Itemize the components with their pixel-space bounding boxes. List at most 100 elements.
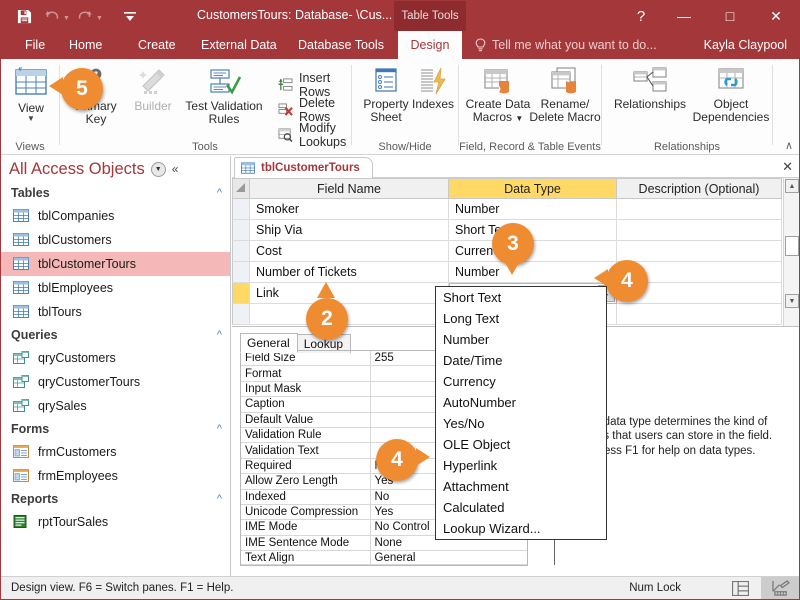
chevron-up-icon[interactable]: ^	[217, 187, 222, 199]
row-selector-active[interactable]	[232, 283, 250, 304]
tab-general[interactable]: General	[240, 333, 298, 353]
sidebar-item-rpttoursales[interactable]: rptTourSales	[1, 510, 230, 534]
chevron-up-icon[interactable]: ^	[217, 329, 222, 341]
row-selector[interactable]	[232, 199, 250, 220]
sidebar-item-frmemployees[interactable]: frmEmployees	[1, 464, 230, 488]
column-header-field-name[interactable]: Field Name	[250, 178, 449, 199]
dropdown-option-currency[interactable]: Currency	[436, 371, 606, 392]
dropdown-option-calculated[interactable]: Calculated	[436, 497, 606, 518]
sidebar-item-qrycustomers[interactable]: qryCustomers	[1, 346, 230, 370]
chevron-down-icon[interactable]: ▼	[151, 162, 166, 177]
design-view-button[interactable]	[761, 577, 799, 599]
cell-field-name[interactable]: Link	[250, 283, 449, 304]
table-row[interactable]: Smoker Number	[232, 199, 799, 220]
cell-field-name[interactable]: Ship Via	[250, 220, 449, 241]
grid-select-all-corner[interactable]	[232, 178, 250, 199]
sidebar-item-tbltours[interactable]: tblTours	[1, 300, 230, 324]
tab-file[interactable]: File	[15, 31, 55, 59]
dropdown-option-attachment[interactable]: Attachment	[436, 476, 606, 497]
cell-description[interactable]	[617, 241, 782, 262]
undo-icon[interactable]	[39, 4, 65, 28]
column-header-data-type[interactable]: Data Type	[449, 178, 617, 199]
nav-group-forms[interactable]: Forms ^	[1, 418, 230, 440]
document-tab-tblcustomertours[interactable]: tblCustomerTours	[234, 157, 373, 178]
test-validation-rules-button[interactable]: Test Validation Rules	[178, 67, 270, 126]
collapse-nav-pane-icon[interactable]: «	[172, 162, 179, 176]
dropdown-option-autonumber[interactable]: AutoNumber	[436, 392, 606, 413]
scrollbar-thumb[interactable]	[785, 236, 799, 256]
dropdown-option-hyperlink[interactable]: Hyperlink	[436, 455, 606, 476]
sidebar-item-tblemployees[interactable]: tblEmployees	[1, 276, 230, 300]
sidebar-item-tblcustomers[interactable]: tblCustomers	[1, 228, 230, 252]
tab-database-tools[interactable]: Database Tools	[288, 31, 394, 59]
row-selector[interactable]	[232, 262, 250, 283]
property-sheet-button[interactable]: Property Sheet	[358, 67, 414, 124]
sidebar-item-qrysales[interactable]: qrySales	[1, 394, 230, 418]
nav-group-reports[interactable]: Reports ^	[1, 488, 230, 510]
dropdown-option-number[interactable]: Number	[436, 329, 606, 350]
chevron-down-icon[interactable]: ▼	[27, 115, 35, 123]
cell-description[interactable]	[617, 304, 782, 325]
row-selector[interactable]	[232, 220, 250, 241]
dropdown-option-ole-object[interactable]: OLE Object	[436, 434, 606, 455]
tab-home[interactable]: Home	[59, 31, 112, 59]
dropdown-option-lookup-wizard[interactable]: Lookup Wizard...	[436, 518, 606, 539]
view-button[interactable]: View ▼	[9, 67, 53, 123]
collapse-ribbon-icon[interactable]: ∧	[785, 139, 793, 152]
dropdown-option-short-text[interactable]: Short Text	[436, 287, 606, 308]
scroll-up-icon[interactable]: ▲	[785, 179, 799, 193]
scroll-down-icon[interactable]: ▼	[785, 294, 799, 308]
builder-button[interactable]: Builder	[126, 67, 180, 113]
sidebar-item-frmcustomers[interactable]: frmCustomers	[1, 440, 230, 464]
nav-group-reports-label: Reports	[11, 492, 58, 506]
cell-description[interactable]	[617, 220, 782, 241]
chevron-down-icon[interactable]: ▼	[515, 114, 523, 123]
cell-field-name[interactable]: Smoker	[250, 199, 449, 220]
cell-description[interactable]	[617, 199, 782, 220]
close-icon[interactable]: ✕	[753, 1, 799, 31]
tab-design[interactable]: Design	[398, 31, 462, 59]
data-type-dropdown-list[interactable]: Short Text Long Text Number Date/Time Cu…	[435, 286, 607, 540]
cell-data-type[interactable]: Number	[449, 262, 617, 283]
grid-vertical-scrollbar[interactable]: ▲ ▼	[783, 178, 799, 326]
create-data-macros-button[interactable]: Create Data Macros ▼	[465, 67, 531, 125]
object-dependencies-button[interactable]: Object Dependencies	[688, 67, 774, 124]
customize-qat-icon[interactable]	[117, 4, 143, 28]
dropdown-option-date-time[interactable]: Date/Time	[436, 350, 606, 371]
redo-icon[interactable]	[72, 4, 98, 28]
row-selector[interactable]	[232, 241, 250, 262]
redo-dropdown-icon[interactable]: ▼	[96, 15, 103, 22]
property-value[interactable]: General	[371, 551, 527, 565]
insert-rows-button[interactable]: Insert Rows	[278, 71, 330, 99]
column-header-description[interactable]: Description (Optional)	[617, 178, 782, 199]
sidebar-item-tblcompanies[interactable]: tblCompanies	[1, 204, 230, 228]
nav-group-queries[interactable]: Queries ^	[1, 324, 230, 346]
chevron-up-icon[interactable]: ^	[217, 423, 222, 435]
row-selector[interactable]	[232, 304, 250, 325]
indexes-button[interactable]: Indexes	[410, 67, 456, 111]
minimize-icon[interactable]: —	[661, 1, 707, 31]
dropdown-option-long-text[interactable]: Long Text	[436, 308, 606, 329]
rename-delete-macro-button[interactable]: Rename/ Delete Macro	[529, 67, 601, 124]
help-icon[interactable]: ?	[621, 1, 661, 31]
chevron-up-icon[interactable]: ^	[217, 493, 222, 505]
tell-me-search[interactable]: Tell me what you want to do...	[475, 31, 657, 59]
tab-create[interactable]: Create	[128, 31, 186, 59]
nav-group-tables[interactable]: Tables ^	[1, 182, 230, 204]
cell-field-name[interactable]: Number of Tickets	[250, 262, 449, 283]
tab-external-data[interactable]: External Data	[191, 31, 287, 59]
dropdown-option-yes-no[interactable]: Yes/No	[436, 413, 606, 434]
close-document-icon[interactable]: ✕	[782, 159, 793, 175]
cell-field-name[interactable]: Cost	[250, 241, 449, 262]
undo-dropdown-icon[interactable]: ▼	[63, 15, 70, 22]
save-icon[interactable]	[11, 4, 37, 28]
account-name[interactable]: Kayla Claypool	[704, 31, 787, 59]
delete-rows-button[interactable]: Delete Rows	[278, 96, 335, 124]
datasheet-view-button[interactable]	[721, 577, 759, 599]
maximize-icon[interactable]: □	[707, 1, 753, 31]
cell-field-name[interactable]	[250, 304, 449, 325]
sidebar-item-qrycustomertours[interactable]: qryCustomerTours	[1, 370, 230, 394]
relationships-button[interactable]: Relationships	[608, 67, 692, 111]
sidebar-item-tblcustomertours[interactable]: tblCustomerTours	[1, 252, 230, 276]
cell-data-type[interactable]: Number	[449, 199, 617, 220]
